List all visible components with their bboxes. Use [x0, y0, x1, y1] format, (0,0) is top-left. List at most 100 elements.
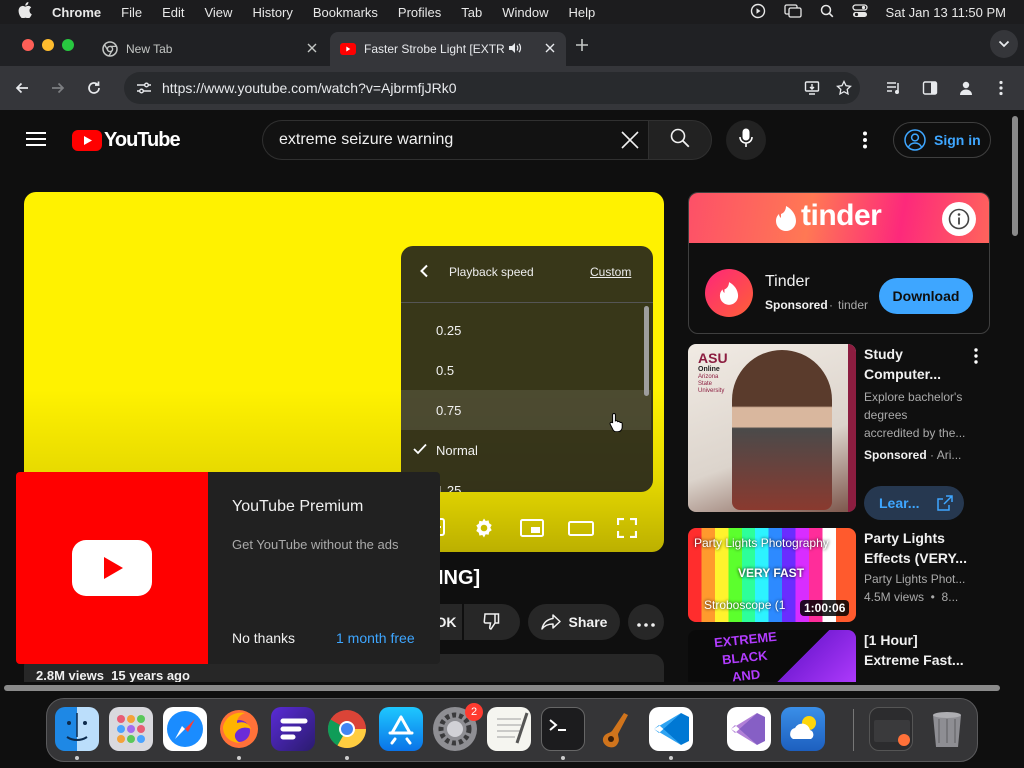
tab-search-chevron-icon[interactable]: [990, 30, 1018, 58]
recommendation-title-line[interactable]: Extreme Fast...: [864, 650, 976, 670]
chrome-icon[interactable]: [325, 707, 369, 751]
fullscreen-icon[interactable]: [616, 517, 638, 543]
recommendation-channel[interactable]: Party Lights Phot...: [864, 570, 976, 588]
visual-studio-icon[interactable]: [727, 707, 771, 751]
menu-chrome[interactable]: Chrome: [52, 5, 101, 20]
menu-tab[interactable]: Tab: [461, 5, 482, 20]
screenshot-folder-icon[interactable]: [869, 707, 913, 751]
search-input[interactable]: extreme seizure warning: [279, 131, 453, 149]
tab-youtube[interactable]: Faster Strobe Light [EXTR: [330, 32, 566, 66]
recommendation-video[interactable]: Party Lights Photography VERY FAST Strob…: [688, 528, 988, 624]
safari-icon[interactable]: [163, 707, 207, 751]
menu-bookmarks[interactable]: Bookmarks: [313, 5, 378, 20]
free-trial-button[interactable]: 1 month free: [336, 630, 415, 646]
chrome-menu-kebab-icon[interactable]: [998, 80, 1004, 101]
reload-icon[interactable]: [86, 80, 102, 101]
tab-new-tab[interactable]: New Tab: [92, 32, 328, 66]
menu-view[interactable]: View: [204, 5, 232, 20]
voice-search-button[interactable]: [726, 120, 766, 160]
theater-mode-icon[interactable]: [568, 521, 594, 541]
close-window-button[interactable]: [22, 39, 34, 51]
trash-icon[interactable]: [925, 707, 969, 751]
ad-banner[interactable]: tinder: [689, 193, 989, 243]
menu-edit[interactable]: Edit: [162, 5, 184, 20]
app-store-icon[interactable]: [379, 707, 423, 751]
screen-mirroring-icon[interactable]: [783, 3, 802, 21]
speaker-icon[interactable]: [508, 42, 522, 57]
recommendation-title-line[interactable]: Study: [864, 344, 972, 364]
fenix-icon[interactable]: [271, 707, 315, 751]
site-info-icon[interactable]: [136, 81, 152, 95]
share-button[interactable]: Share: [528, 604, 620, 640]
menu-help[interactable]: Help: [569, 5, 596, 20]
hamburger-menu-icon[interactable]: [26, 131, 46, 152]
recommendation-menu-kebab-icon[interactable]: [973, 348, 979, 369]
minimize-window-button[interactable]: [42, 39, 54, 51]
settings-gear-icon[interactable]: [473, 517, 495, 544]
ad-info-button[interactable]: [942, 202, 976, 236]
recommendation-thumbnail[interactable]: Party Lights Photography VERY FAST Strob…: [688, 528, 856, 622]
apple-icon[interactable]: [18, 2, 32, 22]
menu-file[interactable]: File: [121, 5, 142, 20]
recommendation-text: [1 Hour] Extreme Fast...: [864, 630, 976, 670]
system-settings-icon[interactable]: 2: [433, 703, 483, 751]
learn-more-button[interactable]: Lear...: [864, 486, 964, 520]
recommendation-title-line[interactable]: Effects (VERY...: [864, 548, 976, 568]
ad-download-button[interactable]: Download: [879, 278, 973, 314]
close-tab-icon[interactable]: [306, 42, 318, 57]
back-chevron-icon[interactable]: [419, 264, 429, 283]
recommendation-title-line[interactable]: [1 Hour]: [864, 630, 976, 650]
side-panel-icon[interactable]: [922, 80, 938, 101]
speed-menu-scrollbar[interactable]: [644, 306, 649, 396]
page-scrollbar-thumb[interactable]: [1012, 116, 1018, 236]
recommendation-video[interactable]: EXTREME BLACK AND [1 Hour] Extreme Fast.…: [688, 630, 988, 688]
vscode-icon[interactable]: [649, 707, 693, 751]
recommendation-thumbnail[interactable]: EXTREME BLACK AND: [688, 630, 856, 688]
speed-option-0-25[interactable]: 0.25: [401, 310, 651, 350]
terminal-icon[interactable]: [541, 707, 585, 751]
clear-search-icon[interactable]: [621, 131, 639, 154]
back-arrow-icon[interactable]: [14, 80, 30, 101]
new-tab-plus-icon[interactable]: [574, 37, 590, 58]
launchpad-icon[interactable]: [109, 707, 153, 751]
close-tab-icon[interactable]: [544, 42, 556, 57]
no-thanks-button[interactable]: No thanks: [232, 630, 295, 646]
recommendation-thumbnail[interactable]: ASU Online Arizona State University: [688, 344, 856, 512]
recommendation-title-line[interactable]: Computer...: [864, 364, 972, 384]
sponsored-ad-card[interactable]: tinder Tinder Sponsored · tinder Downloa…: [688, 192, 990, 334]
control-center-icon[interactable]: [851, 3, 868, 21]
playback-speed-menu: Playback speed Custom 0.25 0.5 0.75 Norm…: [401, 246, 653, 492]
custom-speed-link[interactable]: Custom: [590, 265, 631, 279]
speed-option-0-5[interactable]: 0.5: [401, 350, 651, 390]
youtube-logo[interactable]: YouTube: [72, 129, 181, 152]
profile-avatar-icon[interactable]: [958, 80, 974, 101]
menu-window[interactable]: Window: [502, 5, 548, 20]
textedit-icon[interactable]: [487, 707, 531, 751]
weather-icon[interactable]: [781, 707, 825, 751]
search-box[interactable]: extreme seizure warning: [262, 120, 648, 160]
url-text[interactable]: https://www.youtube.com/watch?v=AjbrmfjJ…: [162, 80, 457, 96]
settings-kebab-icon[interactable]: [862, 131, 868, 154]
horizontal-scrollbar-thumb[interactable]: [4, 685, 1000, 691]
sign-in-button[interactable]: Sign in: [893, 122, 991, 158]
more-actions-button[interactable]: [628, 604, 664, 640]
forward-arrow-icon[interactable]: [50, 80, 66, 101]
search-button[interactable]: [648, 120, 712, 160]
install-app-icon[interactable]: [804, 80, 820, 99]
zoom-window-button[interactable]: [62, 39, 74, 51]
firefox-icon[interactable]: [217, 707, 261, 751]
finder-icon[interactable]: [55, 707, 99, 751]
miniplayer-icon[interactable]: [520, 519, 544, 542]
menu-profiles[interactable]: Profiles: [398, 5, 441, 20]
bookmark-star-icon[interactable]: [836, 79, 852, 99]
recommendation-title-line[interactable]: Party Lights: [864, 528, 976, 548]
recommendation-ad-asu[interactable]: ASU Online Arizona State University Stud…: [688, 344, 988, 520]
play-circle-icon[interactable]: [750, 3, 766, 22]
spotlight-search-icon[interactable]: [820, 4, 834, 21]
dislike-button[interactable]: [464, 604, 520, 640]
menu-history[interactable]: History: [252, 5, 292, 20]
media-controls-icon[interactable]: [886, 80, 902, 101]
garageband-icon[interactable]: [595, 707, 639, 751]
address-bar[interactable]: https://www.youtube.com/watch?v=AjbrmfjJ…: [124, 72, 860, 104]
menubar-clock[interactable]: Sat Jan 13 11:50 PM: [886, 5, 1006, 20]
